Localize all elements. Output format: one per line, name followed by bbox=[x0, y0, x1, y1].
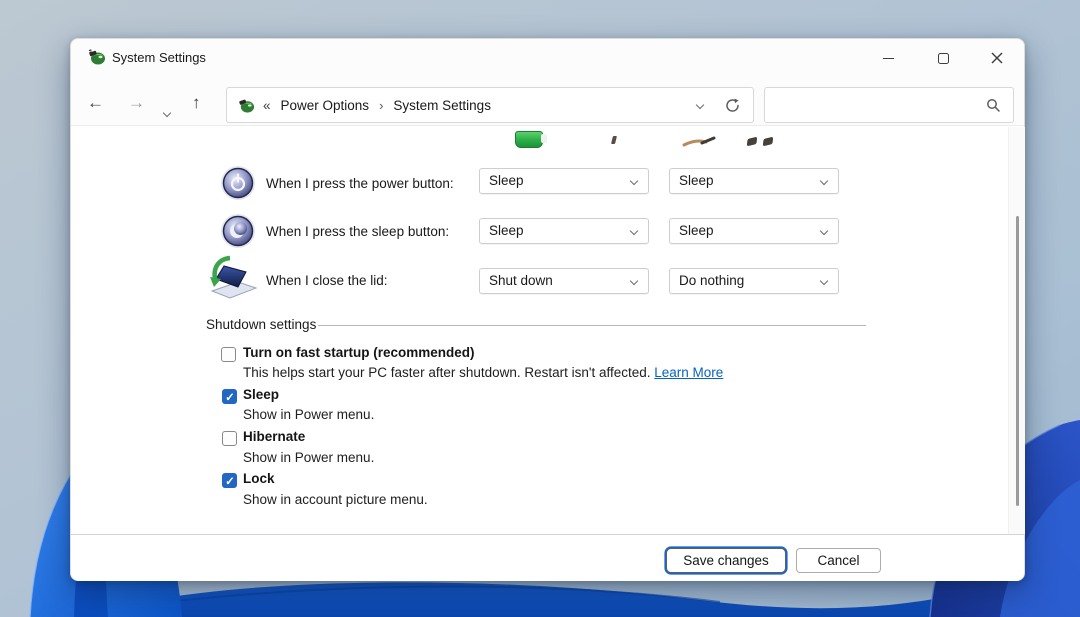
forward-icon: → bbox=[128, 93, 145, 112]
dialog-footer: Save changes Cancel bbox=[71, 534, 1024, 581]
close-icon bbox=[991, 52, 1003, 64]
group-separator bbox=[318, 325, 866, 326]
back-icon: ← bbox=[87, 93, 104, 112]
power-button-on-battery-select[interactable]: Sleep bbox=[479, 168, 649, 194]
maximize-button[interactable] bbox=[923, 43, 963, 73]
address-dropdown-icon[interactable] bbox=[695, 100, 705, 110]
hibernate-checkbox[interactable] bbox=[222, 431, 237, 446]
lock-option-description: Show in account picture menu. bbox=[243, 492, 428, 507]
text-fragment-cropped bbox=[611, 136, 617, 144]
forward-button[interactable]: → bbox=[128, 93, 145, 113]
fast-startup-description-text: This helps start your PC faster after sh… bbox=[243, 365, 655, 380]
power-options-icon bbox=[88, 49, 105, 65]
window-chrome: System Settings ← → ↑ « Power Options › … bbox=[71, 39, 1024, 126]
cancel-button[interactable]: Cancel bbox=[796, 548, 881, 573]
selected-value: Sleep bbox=[489, 223, 524, 238]
minimize-icon bbox=[882, 57, 894, 59]
selected-value: Sleep bbox=[679, 223, 714, 238]
recent-pages-button[interactable] bbox=[162, 101, 172, 121]
chevron-down-icon bbox=[819, 176, 829, 186]
close-button[interactable] bbox=[977, 43, 1017, 73]
maximize-icon bbox=[937, 52, 949, 64]
system-settings-window: System Settings ← → ↑ « Power Options › … bbox=[70, 38, 1025, 581]
sleep-checkbox[interactable] bbox=[222, 389, 237, 404]
hibernate-option-label[interactable]: Hibernate bbox=[243, 429, 305, 444]
vertical-scrollbar[interactable] bbox=[1008, 127, 1025, 534]
up-button[interactable]: ↑ bbox=[192, 93, 201, 113]
close-lid-icon bbox=[210, 255, 258, 299]
minimize-button[interactable] bbox=[868, 43, 908, 73]
search-input[interactable] bbox=[765, 88, 986, 122]
learn-more-link[interactable]: Learn More bbox=[654, 365, 723, 380]
power-button-plugged-in-select[interactable]: Sleep bbox=[669, 168, 839, 194]
battery-icon-cropped bbox=[515, 131, 547, 148]
power-button-label: When I press the power button: bbox=[266, 176, 454, 191]
search-icon[interactable] bbox=[986, 98, 1001, 113]
up-icon: ↑ bbox=[192, 93, 201, 112]
lock-checkbox[interactable] bbox=[222, 473, 237, 488]
fast-startup-description: This helps start your PC faster after sh… bbox=[243, 365, 723, 380]
breadcrumb-power-options[interactable]: Power Options bbox=[279, 98, 372, 113]
chevron-down-icon bbox=[629, 226, 639, 236]
fast-startup-label[interactable]: Turn on fast startup (recommended) bbox=[243, 345, 475, 360]
sleep-option-label[interactable]: Sleep bbox=[243, 387, 279, 402]
selected-value: Sleep bbox=[679, 173, 714, 188]
sleep-button-icon bbox=[221, 214, 255, 248]
refresh-icon[interactable] bbox=[725, 98, 740, 113]
breadcrumb-separator-icon: › bbox=[379, 97, 384, 113]
scrollbar-thumb[interactable] bbox=[1016, 216, 1019, 506]
text-fragment-cropped bbox=[762, 136, 774, 147]
breadcrumb-system-settings[interactable]: System Settings bbox=[391, 98, 493, 113]
close-lid-on-battery-select[interactable]: Shut down bbox=[479, 268, 649, 294]
breadcrumb-overflow-icon[interactable]: « bbox=[263, 98, 271, 113]
window-title: System Settings bbox=[112, 50, 206, 65]
address-bar[interactable]: « Power Options › System Settings bbox=[226, 87, 754, 123]
chevron-down-icon bbox=[629, 176, 639, 186]
chevron-down-icon bbox=[629, 276, 639, 286]
selected-value: Sleep bbox=[489, 173, 524, 188]
selected-value: Shut down bbox=[489, 273, 553, 288]
sleep-button-label: When I press the sleep button: bbox=[266, 224, 450, 239]
save-changes-button[interactable]: Save changes bbox=[666, 548, 786, 573]
lock-option-label[interactable]: Lock bbox=[243, 471, 275, 486]
chevron-down-icon bbox=[819, 226, 829, 236]
sleep-option-description: Show in Power menu. bbox=[243, 407, 375, 422]
shutdown-settings-heading: Shutdown settings bbox=[206, 317, 317, 332]
text-fragment-cropped bbox=[746, 136, 758, 147]
power-options-icon bbox=[239, 99, 255, 113]
power-button-icon bbox=[221, 166, 255, 200]
fast-startup-checkbox[interactable] bbox=[221, 347, 236, 362]
plug-icon-cropped bbox=[682, 136, 716, 147]
desktop: System Settings ← → ↑ « Power Options › … bbox=[0, 0, 1080, 617]
chevron-down-icon bbox=[162, 108, 172, 118]
hibernate-option-description: Show in Power menu. bbox=[243, 450, 375, 465]
sleep-button-on-battery-select[interactable]: Sleep bbox=[479, 218, 649, 244]
sleep-button-plugged-in-select[interactable]: Sleep bbox=[669, 218, 839, 244]
chevron-down-icon bbox=[819, 276, 829, 286]
close-lid-label: When I close the lid: bbox=[266, 273, 388, 288]
search-box bbox=[764, 87, 1014, 123]
back-button[interactable]: ← bbox=[87, 93, 104, 113]
close-lid-plugged-in-select[interactable]: Do nothing bbox=[669, 268, 839, 294]
selected-value: Do nothing bbox=[679, 273, 745, 288]
